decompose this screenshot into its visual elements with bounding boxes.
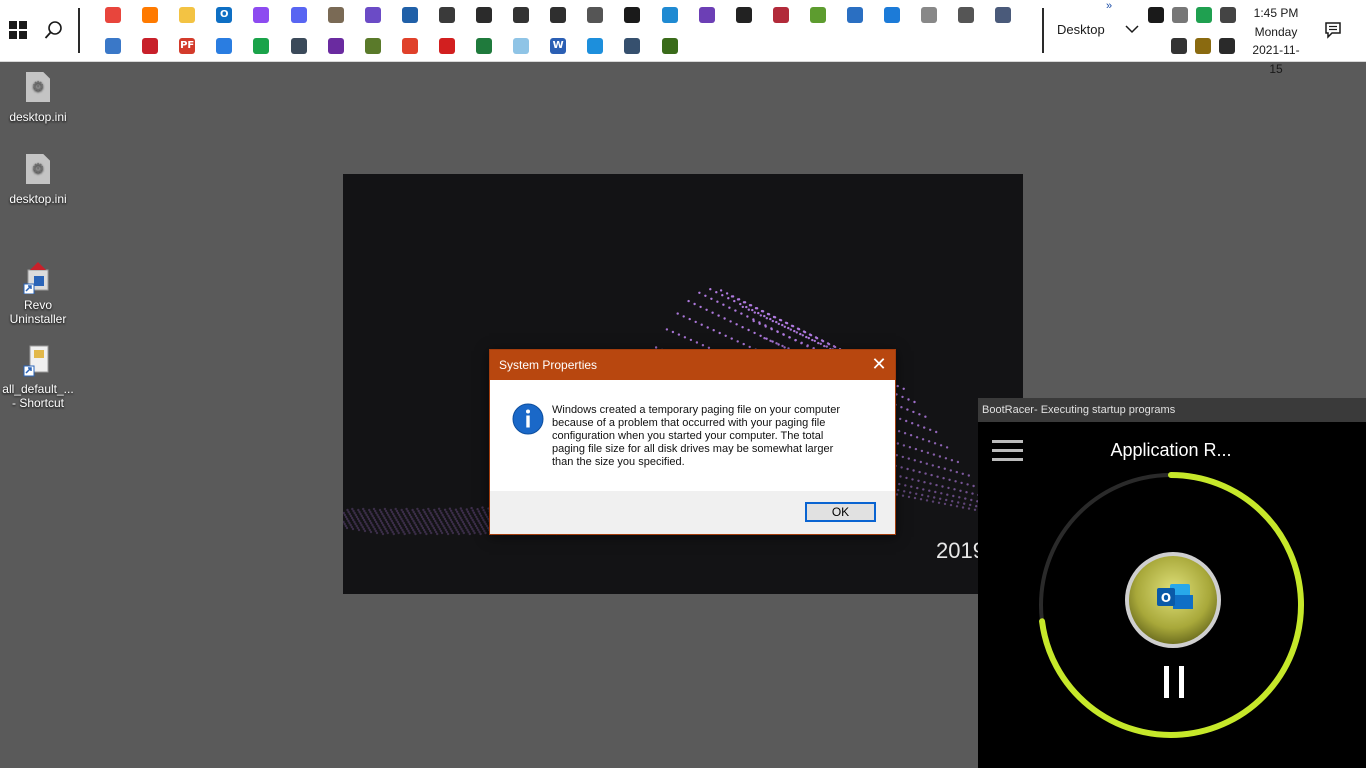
paint-3d-icon[interactable]	[364, 7, 381, 23]
pdf-tool-icon[interactable]: PF	[179, 38, 196, 54]
tray-green-icon[interactable]	[1196, 7, 1212, 23]
settings-gear-icon[interactable]	[958, 7, 975, 23]
settings-file-icon	[26, 72, 50, 102]
discord-icon[interactable]	[290, 7, 307, 23]
green-app-icon[interactable]	[253, 38, 270, 54]
command-prompt-icon[interactable]	[624, 7, 641, 23]
bootracer-titlebar[interactable]: BootRacer- Executing startup programs	[978, 398, 1366, 422]
windows-logo-icon	[9, 21, 17, 29]
clock[interactable]: 1:45 PM Monday 2021-11-15	[1246, 4, 1306, 78]
photos-app-icon[interactable]	[401, 7, 418, 23]
network-icon[interactable]	[1220, 7, 1236, 23]
close-icon[interactable]: ✕	[868, 354, 890, 376]
camera-icon[interactable]	[513, 7, 530, 23]
remote-desktop-icon[interactable]	[290, 38, 307, 54]
network-tool-icon[interactable]	[884, 7, 901, 23]
volume-icon[interactable]	[1171, 38, 1187, 54]
excel-icon[interactable]	[476, 38, 492, 54]
svg-text:O: O	[1161, 591, 1171, 605]
sync-app-icon[interactable]	[587, 38, 604, 54]
image-viewer-icon[interactable]	[624, 38, 641, 54]
visual-studio-icon[interactable]	[698, 7, 715, 23]
acrobat-tool-icon[interactable]	[142, 38, 159, 54]
office-icon[interactable]	[401, 38, 418, 54]
toolbar-overflow-button[interactable]: »	[1106, 0, 1112, 12]
vscode-icon[interactable]	[661, 7, 678, 23]
desktop-icon-desktop-ini[interactable]: desktop.ini	[0, 72, 76, 124]
desktop-toolbar-label[interactable]: Desktop	[1057, 22, 1105, 37]
shortcut-file-icon	[23, 345, 49, 377]
windows-logo-icon	[19, 21, 27, 29]
windows-logo-icon	[9, 31, 17, 39]
desktop-icon-desktop-ini[interactable]: desktop.ini	[0, 154, 76, 206]
notification-center-icon[interactable]	[1324, 21, 1342, 39]
gimp-icon[interactable]	[327, 7, 344, 23]
desktop-icon-label: desktop.ini	[9, 192, 67, 206]
tray-app-icon[interactable]	[1148, 7, 1164, 23]
plant-app-icon[interactable]	[364, 38, 381, 54]
control-panel-icon[interactable]	[105, 38, 121, 54]
calculator-app-icon[interactable]	[661, 38, 678, 54]
clock-app-icon[interactable]	[587, 7, 604, 23]
revo-uninstaller-icon	[23, 262, 49, 295]
dialog-title: System Properties	[499, 358, 598, 372]
chevron-down-icon[interactable]	[1124, 22, 1140, 36]
device-manager-icon[interactable]	[995, 7, 1012, 23]
console-icon[interactable]	[735, 7, 752, 23]
media-app-icon[interactable]	[327, 38, 344, 54]
progress-ring: O	[1039, 472, 1304, 738]
powershell-icon[interactable]	[847, 7, 863, 23]
todo-icon[interactable]	[216, 38, 233, 54]
ok-button[interactable]: OK	[805, 502, 876, 522]
tray-device-icon[interactable]	[1172, 7, 1188, 23]
acrobat-reader-icon[interactable]	[438, 38, 455, 54]
system-properties-dialog: System Properties ✕ Windows created a te…	[489, 349, 896, 535]
desktop-icon-shortcut[interactable]: all_default_... - Shortcut	[0, 316, 76, 424]
taskbar: O PF W » Desktop 1:45 PM Monday 2021-11-1…	[0, 0, 1366, 76]
tray-clipboard-icon[interactable]	[1195, 38, 1211, 54]
current-application-label: Application R...	[1110, 440, 1232, 460]
tray-camera-icon[interactable]	[1219, 38, 1235, 54]
settings-file-icon	[26, 154, 50, 184]
security-tool-icon[interactable]	[921, 7, 938, 23]
taskbar-separator	[1042, 8, 1044, 53]
printer-icon[interactable]	[438, 7, 455, 23]
search-icon[interactable]	[44, 20, 64, 40]
info-icon	[512, 403, 544, 435]
chrome-icon[interactable]	[105, 7, 121, 23]
dialog-titlebar[interactable]: System Properties ✕	[490, 350, 895, 380]
dialog-footer: OK	[490, 491, 895, 534]
messenger-icon[interactable]	[253, 7, 270, 23]
clock-date: 2021-11-15	[1252, 43, 1300, 76]
start-button[interactable]	[9, 21, 27, 39]
file-explorer-icon[interactable]	[179, 7, 196, 23]
windows-tool-icon[interactable]	[809, 7, 826, 23]
clock-time: 1:45 PM	[1253, 6, 1299, 20]
pause-button[interactable]	[1164, 666, 1186, 698]
windows-logo-icon	[19, 31, 27, 39]
bootracer-window: BootRacer- Executing startup programs Ap…	[978, 398, 1366, 768]
outlook-icon[interactable]: O	[216, 7, 233, 23]
notepad-plus-icon[interactable]	[550, 7, 567, 23]
dialog-message: Windows created a temporary paging file …	[552, 404, 840, 468]
clock-day: Monday	[1254, 24, 1298, 39]
hamburger-menu-icon[interactable]	[992, 440, 1024, 464]
taskbar-separator	[78, 8, 80, 53]
flag-tool-icon[interactable]	[772, 7, 789, 23]
word-icon[interactable]: W	[550, 38, 567, 54]
desktop-icon-label: all_default_... - Shortcut	[2, 382, 74, 410]
desktop-icon-label: desktop.ini	[9, 110, 67, 124]
firefox-icon[interactable]	[142, 7, 159, 23]
notepad-icon[interactable]	[513, 38, 530, 54]
scanner-icon[interactable]	[476, 7, 492, 23]
